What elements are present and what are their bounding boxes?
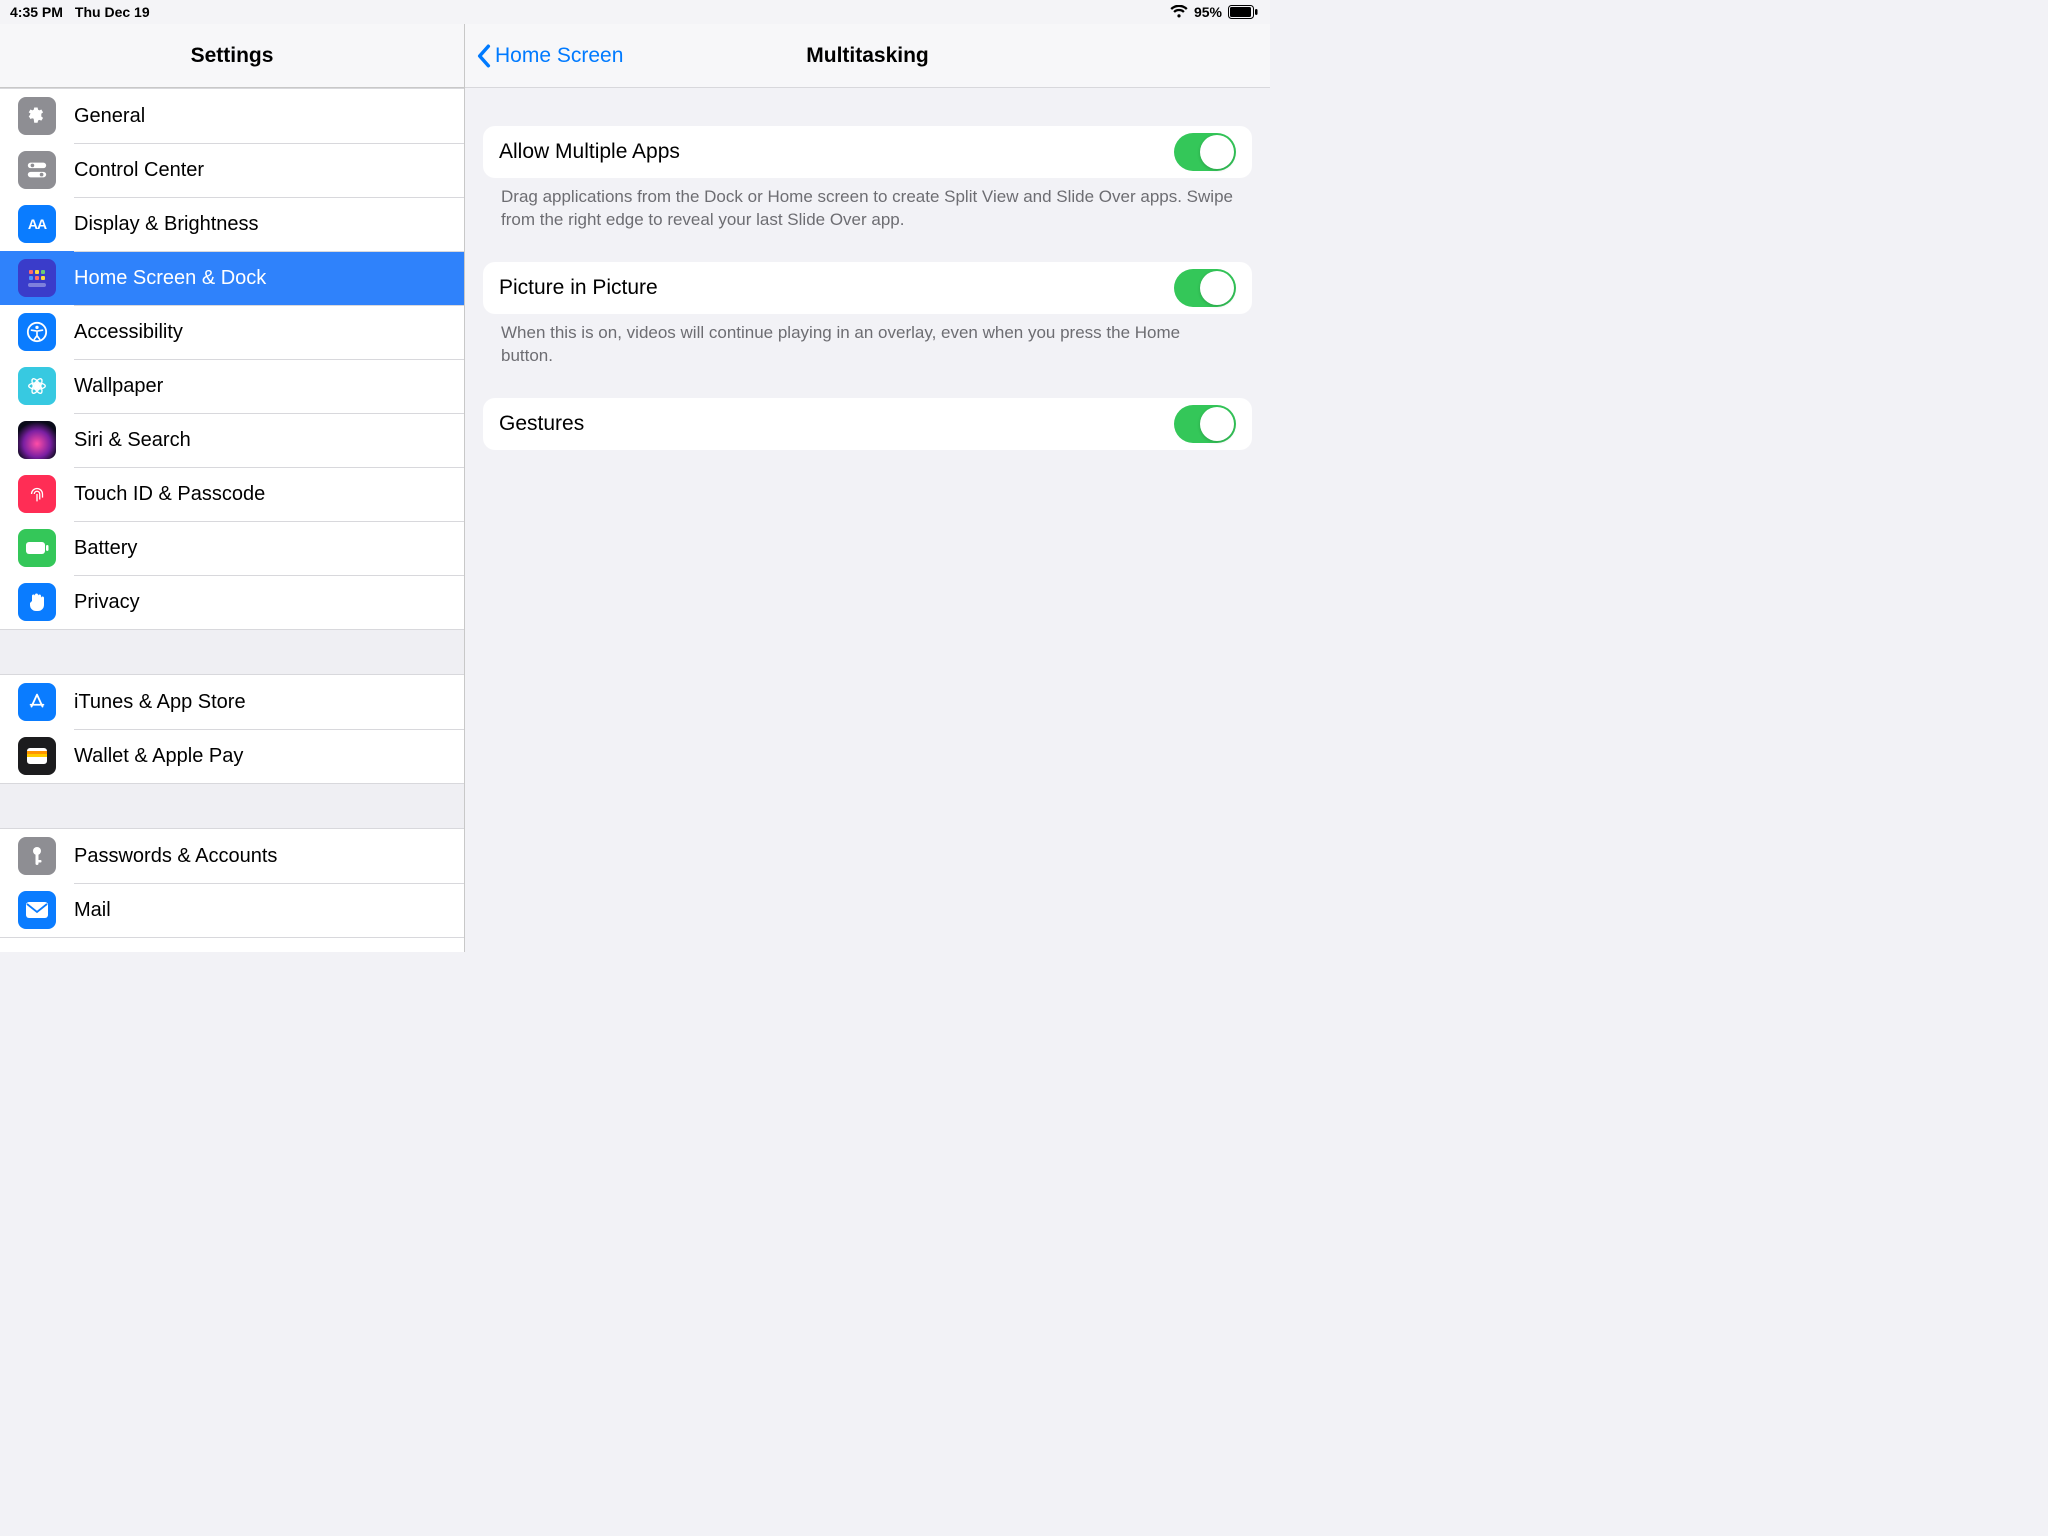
sidebar-item-label: Accessibility <box>74 321 183 344</box>
wifi-icon <box>1170 5 1188 19</box>
sidebar-list[interactable]: General Control Center AA Display & Brig… <box>0 88 464 952</box>
sidebar-item-display-brightness[interactable]: AA Display & Brightness <box>0 197 464 251</box>
hand-icon <box>18 583 56 621</box>
battery-setting-icon <box>18 529 56 567</box>
section-gap <box>0 784 464 828</box>
sidebar-item-mail[interactable]: Mail <box>0 883 464 937</box>
toggle-gestures[interactable] <box>1174 405 1236 443</box>
sidebar-item-label: Siri & Search <box>74 429 191 452</box>
home-screen-icon <box>18 259 56 297</box>
app-store-icon <box>18 683 56 721</box>
setting-label: Allow Multiple Apps <box>499 140 680 164</box>
setting-label: Picture in Picture <box>499 276 658 300</box>
sidebar-item-passwords-accounts[interactable]: Passwords & Accounts <box>0 829 464 883</box>
setting-row-gestures[interactable]: Gestures <box>483 398 1252 450</box>
setting-group-picture-in-picture: Picture in Picture When this is on, vide… <box>483 262 1252 368</box>
key-icon <box>18 837 56 875</box>
sidebar-item-general[interactable]: General <box>0 89 464 143</box>
gear-icon <box>18 97 56 135</box>
accessibility-icon <box>18 313 56 351</box>
detail-title: Multitasking <box>806 44 929 68</box>
battery-icon <box>1228 5 1258 19</box>
sidebar-title: Settings <box>191 44 274 68</box>
sidebar-item-label: Wallet & Apple Pay <box>74 745 243 768</box>
sidebar-item-label: General <box>74 105 145 128</box>
sidebar-item-label: Touch ID & Passcode <box>74 483 265 506</box>
back-label: Home Screen <box>495 44 623 68</box>
back-button[interactable]: Home Screen <box>465 43 623 69</box>
wallpaper-icon <box>18 367 56 405</box>
toggle-allow-multiple-apps[interactable] <box>1174 133 1236 171</box>
sidebar-item-siri-search[interactable]: Siri & Search <box>0 413 464 467</box>
sidebar-item-privacy[interactable]: Privacy <box>0 575 464 629</box>
sidebar-item-wallet-apple-pay[interactable]: Wallet & Apple Pay <box>0 729 464 783</box>
sidebar-item-wallpaper[interactable]: Wallpaper <box>0 359 464 413</box>
setting-row-allow-multiple-apps[interactable]: Allow Multiple Apps <box>483 126 1252 178</box>
settings-sidebar: Settings General Control Center <box>0 24 465 952</box>
switches-icon <box>18 151 56 189</box>
sidebar-item-label: Mail <box>74 899 111 922</box>
sidebar-item-label: Wallpaper <box>74 375 163 398</box>
text-size-icon: AA <box>18 205 56 243</box>
sidebar-item-label: Control Center <box>74 159 204 182</box>
wallet-icon <box>18 737 56 775</box>
setting-footer: When this is on, videos will continue pl… <box>483 314 1252 368</box>
chevron-left-icon <box>475 43 493 69</box>
sidebar-item-touch-id[interactable]: Touch ID & Passcode <box>0 467 464 521</box>
setting-footer: Drag applications from the Dock or Home … <box>483 178 1252 232</box>
sidebar-item-label: Battery <box>74 537 137 560</box>
status-bar: 4:35 PM Thu Dec 19 95% <box>0 0 1270 24</box>
sidebar-item-label: Home Screen & Dock <box>74 267 266 290</box>
setting-label: Gestures <box>499 412 584 436</box>
setting-group-allow-multiple-apps: Allow Multiple Apps Drag applications fr… <box>483 126 1252 232</box>
mail-icon <box>18 891 56 929</box>
section-gap <box>0 630 464 674</box>
detail-header: Home Screen Multitasking <box>465 24 1270 88</box>
sidebar-item-control-center[interactable]: Control Center <box>0 143 464 197</box>
detail-pane: Home Screen Multitasking Allow Multiple … <box>465 24 1270 952</box>
siri-icon <box>18 421 56 459</box>
sidebar-item-label: iTunes & App Store <box>74 691 246 714</box>
sidebar-item-accessibility[interactable]: Accessibility <box>0 305 464 359</box>
sidebar-header: Settings <box>0 24 464 88</box>
sidebar-item-label: Display & Brightness <box>74 213 259 236</box>
sidebar-item-battery[interactable]: Battery <box>0 521 464 575</box>
setting-row-picture-in-picture[interactable]: Picture in Picture <box>483 262 1252 314</box>
status-date: Thu Dec 19 <box>75 4 150 20</box>
sidebar-item-home-screen-dock[interactable]: Home Screen & Dock <box>0 251 464 305</box>
sidebar-item-label: Privacy <box>74 591 140 614</box>
sidebar-item-itunes-app-store[interactable]: iTunes & App Store <box>0 675 464 729</box>
setting-group-gestures: Gestures <box>483 398 1252 450</box>
status-battery-pct: 95% <box>1194 4 1222 20</box>
toggle-picture-in-picture[interactable] <box>1174 269 1236 307</box>
status-time: 4:35 PM <box>10 4 63 20</box>
fingerprint-icon <box>18 475 56 513</box>
sidebar-item-label: Passwords & Accounts <box>74 845 277 868</box>
